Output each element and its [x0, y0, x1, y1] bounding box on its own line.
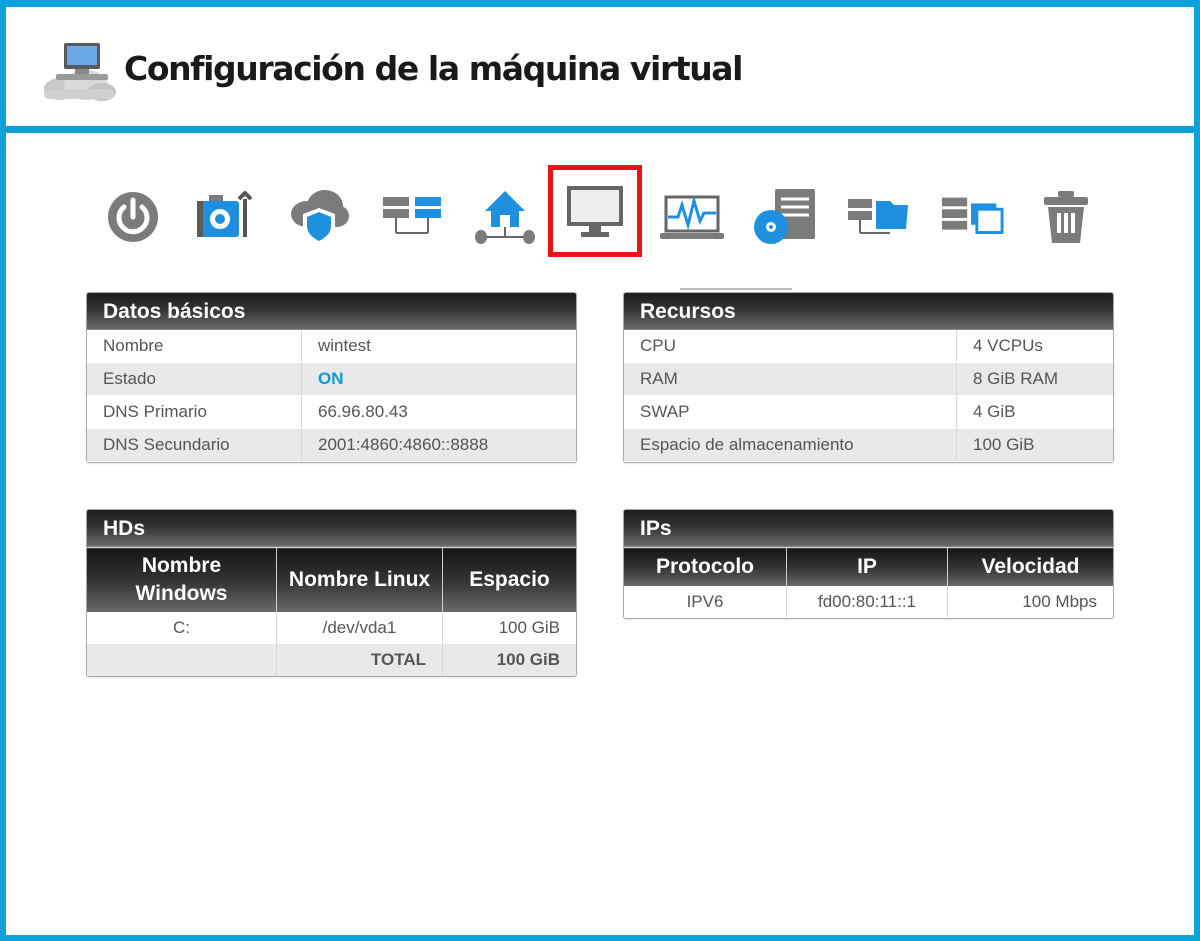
- console-button[interactable]: [548, 165, 642, 257]
- resources-table: CPU 4 VCPUs RAM 8 GiB RAM SWAP 4 GiB Esp…: [624, 330, 1113, 462]
- row-label: CPU: [624, 330, 957, 363]
- cell-empty: [87, 644, 277, 676]
- row-value: 4 GiB: [956, 395, 1113, 429]
- basic-data-table: Nombre wintest Estado ON DNS Primario 66…: [87, 330, 576, 462]
- table-total-row: TOTAL 100 GiB: [87, 644, 576, 676]
- home-network-button[interactable]: [473, 185, 537, 249]
- resources-panel: Recursos CPU 4 VCPUs RAM 8 GiB RAM SWAP …: [623, 292, 1114, 463]
- table-row: Espacio de almacenamiento 100 GiB: [624, 428, 1113, 462]
- panel-title: IPs: [624, 510, 1113, 547]
- row-label: SWAP: [624, 395, 957, 429]
- security-button[interactable]: [287, 185, 351, 249]
- ips-table: Protocolo IP Velocidad IPV6 fd00:80:11::…: [624, 547, 1113, 618]
- row-value: wintest: [301, 330, 576, 363]
- power-icon: [108, 192, 158, 242]
- table-row: Estado ON: [87, 362, 576, 396]
- app-frame: [0, 0, 1200, 941]
- panel-title: Recursos: [624, 293, 1113, 330]
- table-row: Nombre wintest: [87, 330, 576, 363]
- table-row: CPU 4 VCPUs: [624, 330, 1113, 363]
- row-value: 8 GiB RAM: [956, 362, 1113, 396]
- cell-ip: fd00:80:11::1: [786, 586, 948, 618]
- column-header: Nombre Windows: [87, 547, 277, 612]
- cell-protocol: IPV6: [624, 586, 787, 618]
- row-label: DNS Secundario: [87, 428, 302, 462]
- row-label: Espacio de almacenamiento: [624, 428, 957, 462]
- disks-button[interactable]: [753, 185, 817, 249]
- cloud-computer-icon: [44, 43, 116, 101]
- basic-data-panel: Datos básicos Nombre wintest Estado ON D…: [86, 292, 577, 463]
- power-button[interactable]: [101, 185, 165, 249]
- cell-speed: 100 Mbps: [1022, 592, 1097, 611]
- home-network-icon: [475, 191, 535, 244]
- row-value: ON: [301, 362, 576, 396]
- row-value: 66.96.80.43: [301, 395, 576, 429]
- row-label: Nombre: [87, 330, 302, 363]
- cell-linux-name: /dev/vda1: [276, 612, 443, 644]
- server-folder-icon: [848, 199, 908, 234]
- column-header: Protocolo: [624, 547, 787, 586]
- status-badge: ON: [318, 369, 344, 388]
- table-row: C: /dev/vda1 100 GiB: [87, 612, 576, 644]
- active-tab-indicator: [680, 288, 792, 290]
- row-label: Estado: [87, 362, 302, 396]
- column-header: IP: [786, 547, 948, 586]
- servers-network-button[interactable]: [380, 185, 444, 249]
- row-value: 2001:4860:4860::8888: [301, 428, 576, 462]
- panel-title: Datos básicos: [87, 293, 576, 330]
- table-row: IPV6 fd00:80:11::1 100 Mbps: [624, 586, 1113, 618]
- shared-folders-button[interactable]: [846, 185, 910, 249]
- column-header: Espacio: [442, 547, 576, 612]
- delete-button[interactable]: [1034, 185, 1098, 249]
- server-snapshot-icon: [941, 197, 1004, 234]
- server-disk-icon: [754, 189, 815, 244]
- row-label: DNS Primario: [87, 395, 302, 429]
- page-title: Configuración de la máquina virtual: [124, 49, 743, 88]
- hds-table: Nombre Windows Nombre Linux Espacio C: /…: [87, 547, 576, 676]
- table-row: RAM 8 GiB RAM: [624, 362, 1113, 396]
- hds-panel: HDs Nombre Windows Nombre Linux Espacio …: [86, 509, 577, 677]
- ips-panel: IPs Protocolo IP Velocidad IPV6 fd00:80:…: [623, 509, 1114, 619]
- snapshots-button[interactable]: [940, 185, 1004, 249]
- cell-space: 100 GiB: [498, 618, 560, 637]
- table-row: DNS Primario 66.96.80.43: [87, 395, 576, 429]
- table-header-row: Protocolo IP Velocidad: [624, 547, 1113, 586]
- row-value: 4 VCPUs: [956, 330, 1113, 363]
- laptop-activity-icon: [660, 195, 724, 239]
- page-header: Configuración de la máquina virtual: [6, 7, 1194, 133]
- servers-network-icon: [383, 197, 441, 234]
- total-label: TOTAL: [276, 644, 443, 676]
- toolkit-icon: [197, 191, 253, 237]
- row-value: 100 GiB: [956, 428, 1113, 462]
- total-value: 100 GiB: [442, 644, 576, 676]
- cell-windows-name: C:: [87, 612, 277, 644]
- row-label: RAM: [624, 362, 957, 396]
- cloud-shield-icon: [291, 190, 349, 245]
- column-header: Velocidad: [947, 547, 1113, 586]
- table-header-row: Nombre Windows Nombre Linux Espacio: [87, 547, 576, 612]
- toolkit-button[interactable]: [193, 185, 257, 249]
- trash-icon: [1044, 191, 1088, 243]
- table-row: SWAP 4 GiB: [624, 395, 1113, 429]
- table-row: DNS Secundario 2001:4860:4860::8888: [87, 428, 576, 462]
- panel-title: HDs: [87, 510, 576, 547]
- monitoring-button[interactable]: [660, 185, 724, 249]
- toolbar: [0, 165, 1200, 265]
- monitor-icon: [567, 186, 623, 237]
- column-header: Nombre Linux: [276, 547, 443, 612]
